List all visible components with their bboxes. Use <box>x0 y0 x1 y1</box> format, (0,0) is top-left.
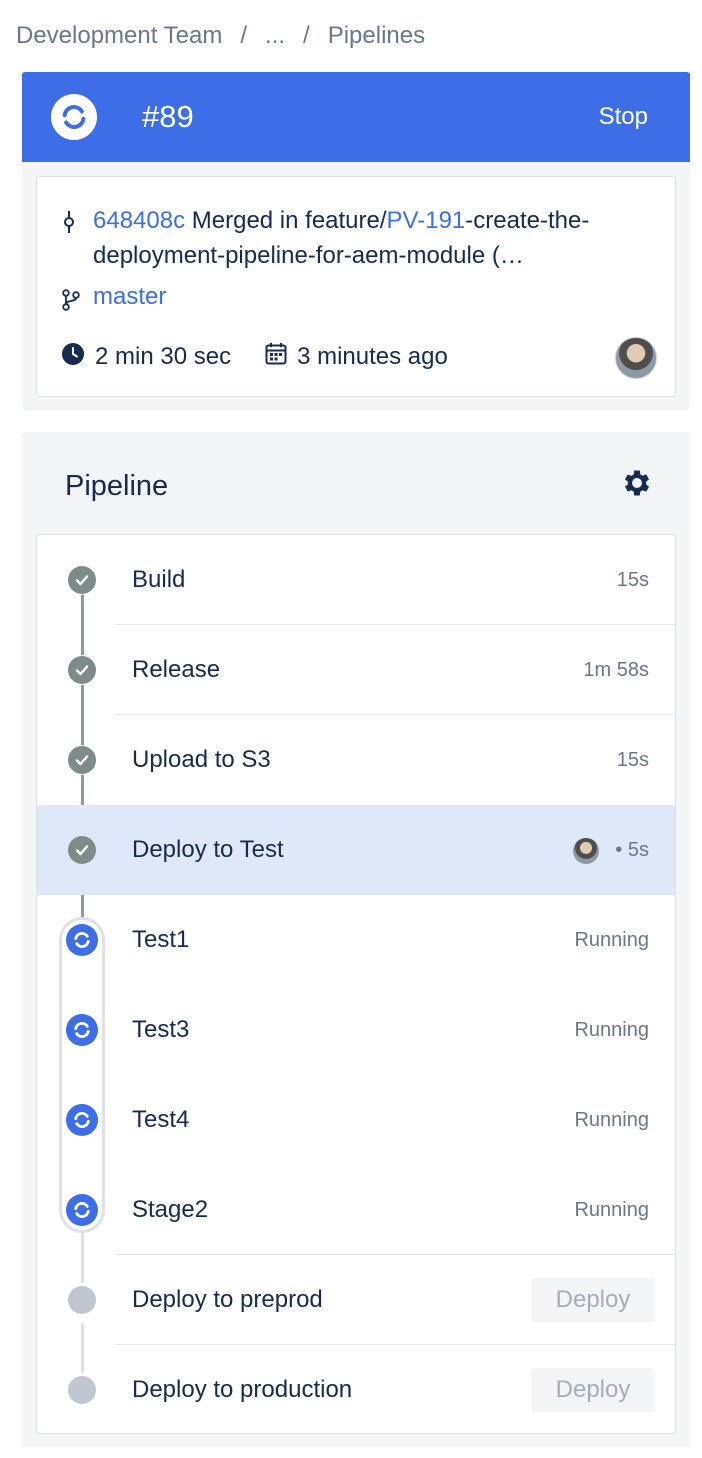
step-name: Build <box>132 566 186 593</box>
pipeline-steps-list: Build 15s Release 1m 58s Upload to S3 15… <box>36 534 676 1434</box>
step-row-upload-to-s3[interactable]: Upload to S3 15s <box>37 715 675 805</box>
step-duration: 1m 58s <box>583 659 649 681</box>
step-name: Stage2 <box>132 1196 209 1223</box>
running-icon <box>66 924 98 956</box>
pending-icon <box>68 1286 96 1314</box>
step-duration-value: 5s <box>627 839 649 861</box>
breadcrumb: Development Team / ... / Pipelines <box>16 20 425 52</box>
running-icon <box>66 1194 98 1226</box>
author-avatar[interactable] <box>615 337 657 379</box>
commit-message-prefix: Merged in feature/ <box>185 207 387 234</box>
gear-icon[interactable] <box>620 466 654 505</box>
breadcrumb-separator: / <box>240 22 248 49</box>
step-row-deploy-to-test[interactable]: Deploy to Test • 5s <box>37 805 675 895</box>
check-icon <box>68 566 96 594</box>
check-icon <box>68 656 96 684</box>
run-meta: 2 min 30 sec 3 minutes ago <box>61 339 448 375</box>
step-row-deploy-to-production[interactable]: Deploy to production Deploy <box>37 1345 675 1433</box>
started-text: 3 minutes ago <box>297 343 448 370</box>
step-name: Deploy to Test <box>132 836 284 863</box>
step-name: Test1 <box>132 926 190 953</box>
pipeline-title: Pipeline <box>65 470 169 502</box>
branch-icon <box>61 289 81 316</box>
running-icon <box>66 1014 98 1046</box>
pending-icon <box>68 1376 96 1404</box>
run-number: #89 <box>142 99 194 134</box>
step-row-test4[interactable]: Test4 Running <box>37 1075 675 1165</box>
step-row-build[interactable]: Build 15s <box>37 535 675 625</box>
pipeline-panel: Pipeline Build 15s Release 1m 58s Upload… <box>22 432 690 1447</box>
running-status-icon <box>51 94 97 140</box>
commit-message: 648408c Merged in feature/PV-191-create-… <box>93 203 663 273</box>
started-item: 3 minutes ago <box>265 342 448 373</box>
deploy-button[interactable]: Deploy <box>531 1278 655 1322</box>
step-row-stage2[interactable]: Stage2 Running <box>37 1165 675 1255</box>
step-row-test1[interactable]: Test1 Running <box>37 895 675 985</box>
step-status: Running <box>574 929 649 951</box>
step-status: Running <box>574 1199 649 1221</box>
step-duration: • 5s <box>615 805 649 895</box>
breadcrumb-ellipsis[interactable]: ... <box>265 22 285 50</box>
step-status: Running <box>574 1019 649 1041</box>
step-row-release[interactable]: Release 1m 58s <box>37 625 675 715</box>
breadcrumb-separator: / <box>303 22 310 49</box>
step-name: Deploy to production <box>132 1376 353 1403</box>
step-name: Release <box>132 656 221 683</box>
step-duration: 15s <box>616 749 649 771</box>
breadcrumb-team-link[interactable]: Development Team <box>16 22 222 50</box>
issue-link[interactable]: PV-191 <box>387 207 466 234</box>
running-icon <box>66 1104 98 1136</box>
check-icon <box>68 746 96 774</box>
run-info-panel: 648408c Merged in feature/PV-191-create-… <box>22 162 690 410</box>
commit-card: 648408c Merged in feature/PV-191-create-… <box>36 176 676 397</box>
clock-icon <box>61 342 85 373</box>
breadcrumb-current[interactable]: Pipelines <box>328 22 425 50</box>
duration-text: 2 min 30 sec <box>95 343 232 370</box>
commit-icon <box>61 211 77 238</box>
step-name: Upload to S3 <box>132 746 271 773</box>
step-row-test3[interactable]: Test3 Running <box>37 985 675 1075</box>
deploy-button[interactable]: Deploy <box>531 1368 655 1412</box>
stop-button[interactable]: Stop <box>599 72 648 162</box>
step-duration: 15s <box>616 569 649 591</box>
step-name: Test3 <box>132 1016 190 1043</box>
step-row-deploy-to-preprod[interactable]: Deploy to preprod Deploy <box>37 1255 675 1345</box>
check-icon <box>68 836 96 864</box>
pipeline-run-header: #89 Stop <box>22 72 690 162</box>
commit-hash-link[interactable]: 648408c <box>93 207 185 234</box>
duration-item: 2 min 30 sec <box>61 342 231 373</box>
step-name: Deploy to preprod <box>132 1286 323 1313</box>
dot-separator: • <box>615 839 623 861</box>
calendar-icon <box>265 342 287 373</box>
step-name: Test4 <box>132 1106 190 1133</box>
step-status: Running <box>574 1109 649 1131</box>
deployer-avatar[interactable] <box>573 838 599 864</box>
branch-link[interactable]: master <box>93 281 166 313</box>
